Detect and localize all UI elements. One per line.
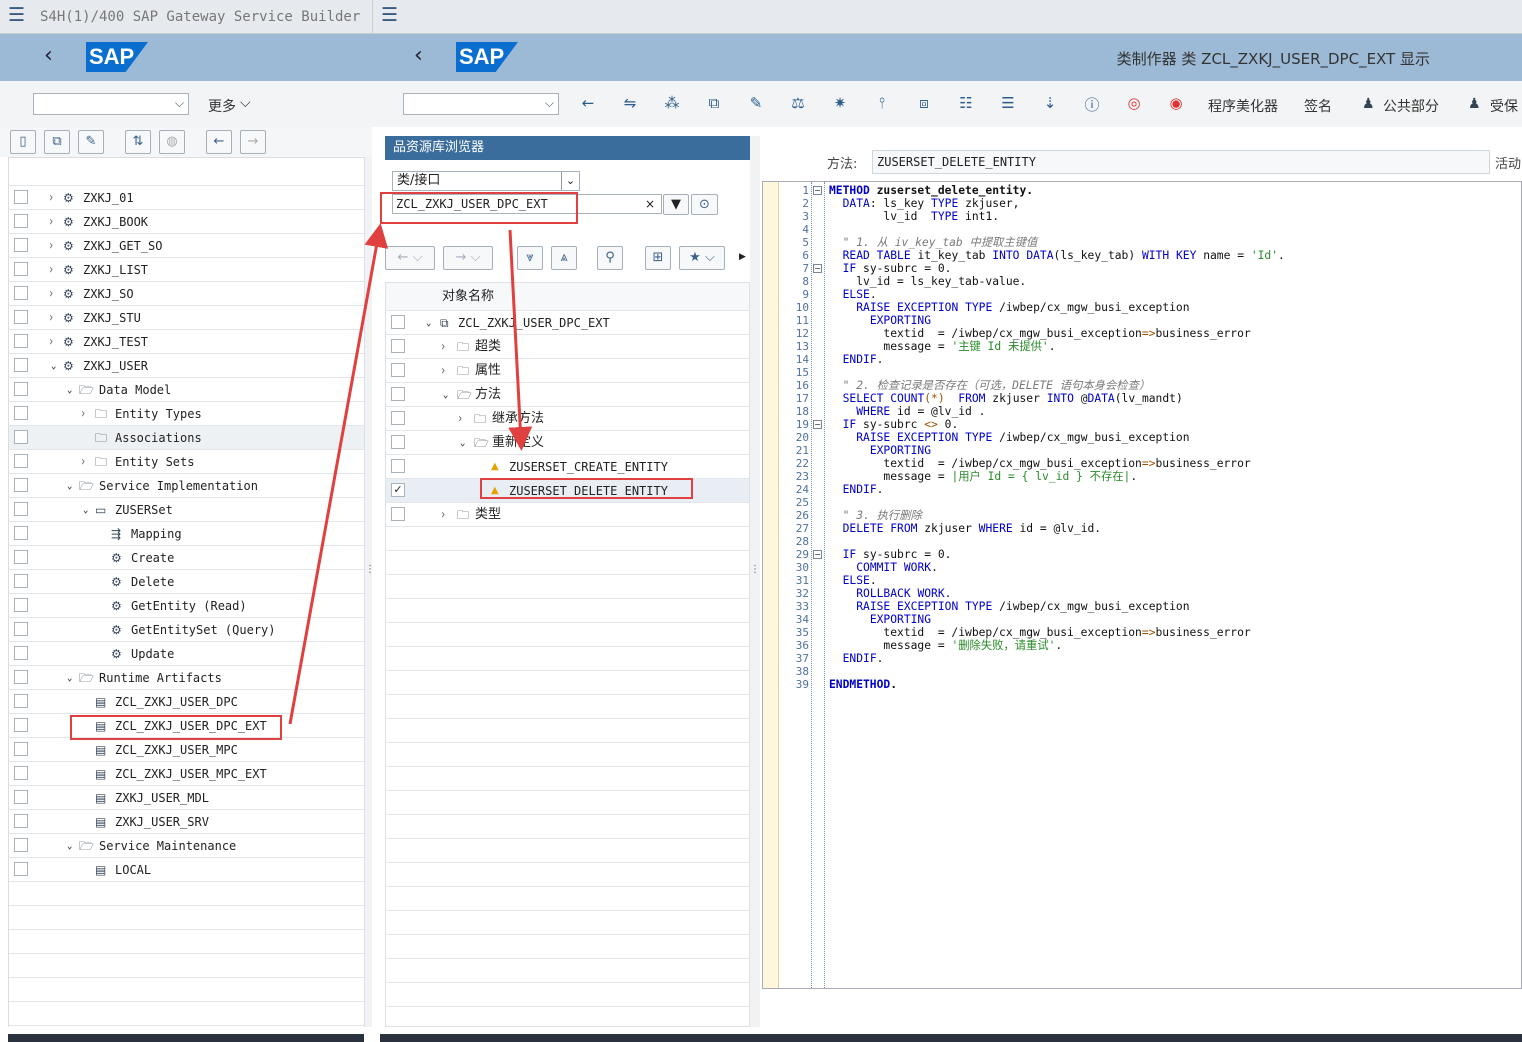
- right-status-bar: [380, 1034, 1522, 1042]
- arrow-tree-to-input: [288, 223, 389, 725]
- left-status-bar: [8, 1034, 364, 1042]
- annotation-arrows: [288, 223, 533, 725]
- arrow-input-to-method: [508, 229, 533, 451]
